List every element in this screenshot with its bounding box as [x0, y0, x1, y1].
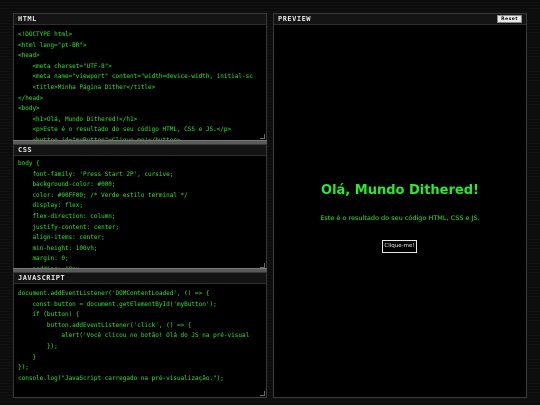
- css-panel-title: CSS: [14, 145, 266, 156]
- html-panel: HTML <!DOCTYPE html> <html lang="pt-BR"> <…: [13, 13, 267, 141]
- js-code-editor[interactable]: document.addEventListener('DOMContentLoa…: [18, 289, 262, 397]
- code-line: justify-content: center;: [18, 223, 120, 231]
- preview-frame: [274, 26, 526, 397]
- code-line: min-height: 100vh;: [18, 244, 98, 252]
- preview-heading: Olá, Mundo Dithered!: [321, 183, 479, 198]
- code-line: background-color: #000;: [18, 181, 116, 189]
- html-panel-title: HTML: [14, 14, 266, 25]
- code-line: <html lang="pt-BR">: [18, 41, 87, 49]
- js-panel-title: JAVASCRIPT: [14, 273, 266, 284]
- code-line: <!DOCTYPE html>: [18, 31, 73, 38]
- code-line: });: [18, 364, 29, 372]
- preview-paragraph: Este é o resultado do seu código HTML, C…: [320, 214, 480, 222]
- code-line: font-family: 'Press Start 2P', cursive;: [18, 170, 174, 178]
- code-line: <p>Este é o resultado do seu código HTML…: [18, 126, 232, 134]
- html-panel-resize-grip[interactable]: [260, 134, 265, 139]
- code-line: });: [18, 342, 58, 350]
- code-line: <meta name="viewport" content="width=dev…: [18, 73, 253, 81]
- code-line: alert('Você clicou no botão! Olá do JS n…: [18, 332, 250, 340]
- code-line: button.addEventListener('click', () => {: [18, 321, 192, 329]
- reset-button[interactable]: Reset: [497, 15, 522, 23]
- css-panel: CSS body { font-family: 'Press Start 2P'…: [13, 144, 267, 270]
- preview-click-me-button[interactable]: Clique-me!: [382, 240, 417, 253]
- code-line: <body>: [18, 105, 40, 113]
- code-line: align-items: center;: [18, 234, 105, 242]
- code-line: <head>: [18, 52, 40, 60]
- code-line: if (button) {: [18, 311, 80, 319]
- code-line: body {: [18, 160, 40, 167]
- html-code-editor[interactable]: <!DOCTYPE html> <html lang="pt-BR"> <head>…: [18, 30, 262, 140]
- code-line: <h1>Olá, Mundo Dithered!</h1>: [18, 115, 138, 123]
- preview-panel: PREVIEW Reset: [273, 13, 527, 398]
- code-line: flex-direction: column;: [18, 212, 116, 220]
- code-line: }: [18, 353, 37, 361]
- css-code-editor[interactable]: body { font-family: 'Press Start 2P', cu…: [18, 159, 262, 269]
- preview-panel-title: PREVIEW Reset: [274, 14, 526, 25]
- preview-title-text: PREVIEW: [278, 15, 312, 23]
- code-line: console.log("JavaScript carregado na pré…: [18, 374, 224, 382]
- code-line: <title>Minha Página Dither</title>: [18, 83, 156, 91]
- code-line: </head>: [18, 94, 44, 102]
- code-line: margin: 0;: [18, 255, 69, 263]
- js-panel-resize-grip[interactable]: [260, 391, 265, 396]
- code-line: color: #00FF00; /* Verde estilo terminal…: [18, 191, 188, 199]
- code-line: document.addEventListener('DOMContentLoa…: [18, 290, 210, 297]
- code-line: <meta charset="UTF-8">: [18, 62, 112, 70]
- code-editor-app: HTML <!DOCTYPE html> <html lang="pt-BR"> <…: [0, 0, 540, 405]
- code-line: display: flex;: [18, 202, 84, 210]
- js-panel: JAVASCRIPT document.addEventListener('DO…: [13, 272, 267, 398]
- code-line: const button = document.getElementById('…: [18, 300, 217, 308]
